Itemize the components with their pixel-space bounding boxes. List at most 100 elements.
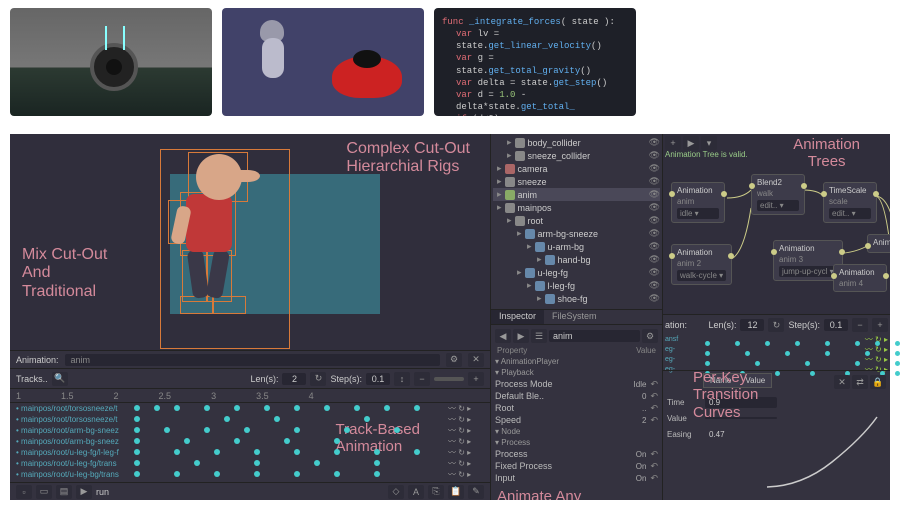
tree-item[interactable]: ▸sneeze👁: [493, 175, 660, 188]
cursor-icon[interactable]: ↕: [394, 372, 410, 386]
rt-step-input[interactable]: 0.1: [824, 319, 848, 331]
property-row[interactable]: Root..↶: [493, 402, 660, 414]
time-input[interactable]: 0.9: [705, 397, 777, 408]
tree-status: Animation Tree is valid.: [665, 150, 748, 159]
tree-item[interactable]: ▸shoe-fg👁: [493, 292, 660, 305]
paste-icon[interactable]: 📋: [448, 485, 464, 499]
curve-close-icon[interactable]: ✕: [834, 375, 850, 389]
property-row[interactable]: Process ModeIdle↶: [493, 378, 660, 390]
tracks-label: Tracks..: [16, 374, 48, 384]
track-row[interactable]: • mainpos/root/u-leg-fg/trans〰 ↻ ▸: [16, 458, 484, 469]
open-anim-icon[interactable]: ▭: [36, 485, 52, 499]
tree-item[interactable]: ▸l-leg-fg👁: [493, 279, 660, 292]
rt-loop-icon[interactable]: ↻: [768, 318, 784, 332]
rt-zoom-out[interactable]: −: [852, 318, 868, 332]
editor-screenshot: Complex Cut-OutHierarchial Rigs Mix Cut-…: [10, 134, 890, 500]
label-animate-any: Animate AnyProperty: [497, 488, 660, 500]
autoplay-icon[interactable]: A: [408, 485, 424, 499]
track-row[interactable]: • mainpos/root/transform/pos〰 ↻ ▸: [16, 480, 484, 482]
tree-item[interactable]: ▸root👁: [493, 214, 660, 227]
rt-zoom-in[interactable]: +: [872, 318, 888, 332]
animation-panel: Animation: anim ⚙ ✕ Tracks.. 🔍 Len(s): 2…: [10, 350, 490, 500]
easing-curve-graph[interactable]: [762, 412, 882, 492]
search-icon[interactable]: 🔍: [52, 372, 68, 386]
scene-tree[interactable]: ▸body_collider👁▸sneeze_collider👁▸camera👁…: [491, 134, 662, 309]
copy-icon[interactable]: ⎘: [428, 485, 444, 499]
tracks-area[interactable]: Track-BasedAnimation • mainpos/root/tors…: [10, 403, 490, 482]
length-input[interactable]: 2: [282, 373, 306, 385]
label-mix-cutout: Mix Cut-OutAndTraditional: [22, 246, 107, 301]
track-row[interactable]: • mainpos/root/arm-bg-sneez〰 ↻ ▸: [16, 425, 484, 436]
track-row[interactable]: • mainpos/root/torsosneeze/t〰 ↻ ▸: [16, 414, 484, 425]
add-node-icon[interactable]: +: [665, 136, 681, 150]
tree-item[interactable]: ▸camera👁: [493, 162, 660, 175]
property-row[interactable]: ProcessOn↶: [493, 448, 660, 460]
timeline-ruler[interactable]: 11.522.533.54: [10, 389, 490, 403]
tree-item[interactable]: ▸u-arm-bg👁: [493, 240, 660, 253]
inspector-tabs: Inspector FileSystem: [491, 309, 662, 325]
curve-swap-icon[interactable]: ⇄: [852, 375, 868, 389]
property-row[interactable]: Fixed ProcessOn↶: [493, 460, 660, 472]
tree-item[interactable]: ▸anim👁: [493, 188, 660, 201]
track-row[interactable]: • mainpos/root/u-leg-fg/l-leg-f〰 ↻ ▸: [16, 447, 484, 458]
tree-item[interactable]: ▸mainpos👁: [493, 201, 660, 214]
track-row[interactable]: • mainpos/root/arm-bg-sneez〰 ↻ ▸: [16, 436, 484, 447]
anim-select[interactable]: run: [96, 487, 216, 497]
zoom-slider[interactable]: [434, 377, 464, 381]
tree-item[interactable]: ▸u-leg-fg👁: [493, 266, 660, 279]
property-row[interactable]: InputOn↶: [493, 472, 660, 484]
key-icon[interactable]: ◇: [388, 485, 404, 499]
curve-lock-icon[interactable]: 🔒: [870, 375, 886, 389]
play-icon[interactable]: ▶: [76, 485, 92, 499]
save-anim-icon[interactable]: ▤: [56, 485, 72, 499]
track-row[interactable]: • mainpos/root/torsosneeze/t〰 ↻ ▸: [16, 403, 484, 414]
rt-track-row[interactable]: eg-〰 ↻ ▸: [665, 345, 888, 354]
property-row[interactable]: Speed2↶: [493, 414, 660, 426]
loop-icon[interactable]: ↻: [310, 372, 326, 386]
step-input[interactable]: 0.1: [366, 373, 390, 385]
inspector-panel: ◀ ▶ ☰ anim ⚙ PropertyValue ▾ AnimationPl…: [491, 325, 662, 500]
edit-icon[interactable]: ✎: [468, 485, 484, 499]
graph-node[interactable]: Animationanim 2walk-cycle ▾: [671, 244, 732, 285]
graph-node[interactable]: TimeScalescaleedit.. ▾: [823, 182, 877, 223]
gear-icon[interactable]: ⚙: [642, 329, 658, 343]
tree-item[interactable]: ▸hand-bg👁: [493, 253, 660, 266]
tab-filesystem[interactable]: FileSystem: [544, 310, 605, 324]
back-icon[interactable]: ◀: [495, 329, 511, 343]
new-anim-icon[interactable]: ▫: [16, 485, 32, 499]
thumbnail-car-physics: [10, 8, 212, 116]
zoom-out-icon[interactable]: −: [414, 372, 430, 386]
graph-node[interactable]: Animati: [867, 234, 890, 253]
thumbnail-code: func _integrate_forces( state ): var lv …: [434, 8, 636, 116]
secondary-timeline: ation: Len(s): 12 ↻ Step(s): 0.1 − + ans…: [663, 314, 890, 370]
graph-node[interactable]: Blend2walkedit.. ▾: [751, 174, 805, 215]
rt-track-row[interactable]: ansf〰 ↻ ▸: [665, 335, 888, 344]
history-icon[interactable]: ☰: [531, 329, 547, 343]
track-row[interactable]: • mainpos/root/u-leg-bg/trans〰 ↻ ▸: [16, 469, 484, 480]
graph-node[interactable]: Animationanimidle ▾: [671, 182, 725, 223]
tree-menu-icon[interactable]: ▾: [701, 136, 717, 150]
key-popup: NameValue: [703, 373, 772, 388]
thumbnails-row: func _integrate_forces( state ): var lv …: [0, 0, 900, 124]
inspector-object[interactable]: anim: [549, 330, 640, 342]
rt-track-row[interactable]: eg-〰 ↻ ▸: [665, 355, 888, 364]
fwd-icon[interactable]: ▶: [513, 329, 529, 343]
animation-name-field[interactable]: anim: [65, 354, 440, 366]
viewport-2d[interactable]: Complex Cut-OutHierarchial Rigs Mix Cut-…: [10, 134, 490, 350]
play-tree-icon[interactable]: ▶: [683, 136, 699, 150]
tree-item[interactable]: ▸sneeze_collider👁: [493, 149, 660, 162]
animation-title: Animation:: [16, 355, 59, 365]
property-row[interactable]: Default Ble..0↶: [493, 390, 660, 402]
zoom-in-icon[interactable]: +: [468, 372, 484, 386]
anim-tool-icon[interactable]: ⚙: [446, 353, 462, 367]
rt-len-input[interactable]: 12: [740, 319, 764, 331]
tab-inspector[interactable]: Inspector: [491, 310, 544, 324]
animation-tree-editor[interactable]: + ▶ ▾ Animation Tree is valid. Animation…: [663, 134, 890, 314]
graph-node[interactable]: Animationanim 4: [833, 264, 887, 292]
label-animation-trees: AnimationTrees: [793, 136, 860, 171]
tree-item[interactable]: ▸body_collider👁: [493, 136, 660, 149]
transition-curves-panel: NameValue Time0.9 Value Easing0.47 ✕ ⇄ 🔒…: [663, 370, 890, 500]
thumbnail-3d-characters: [222, 8, 424, 116]
tree-item[interactable]: ▸arm-bg-sneeze👁: [493, 227, 660, 240]
anim-close-icon[interactable]: ✕: [468, 353, 484, 367]
